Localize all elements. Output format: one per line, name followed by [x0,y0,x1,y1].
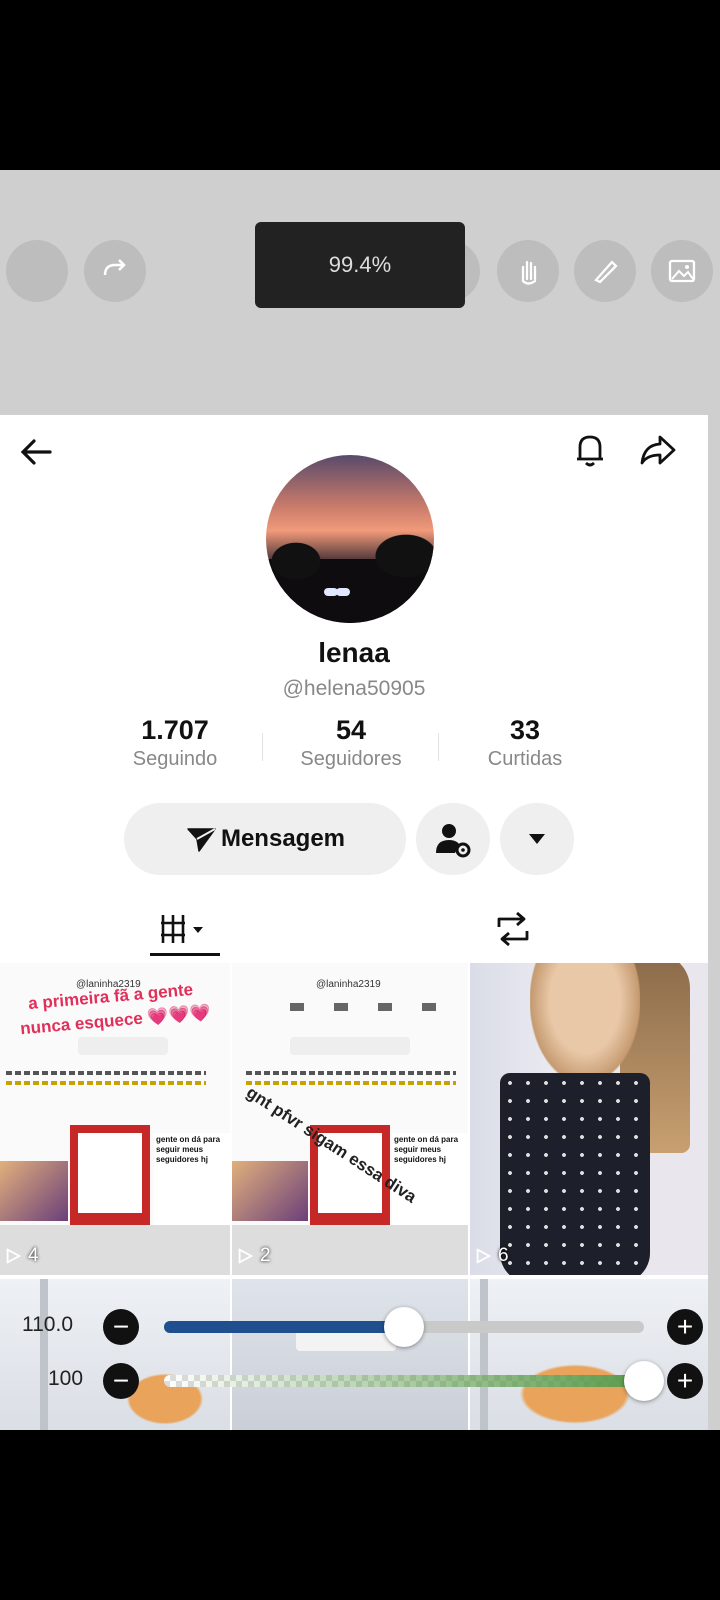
redo-icon[interactable] [84,240,146,302]
video-thumbnail[interactable]: @laninha2319 a primeira fã a gente nunca… [0,963,230,1275]
play-icon [476,1248,492,1264]
active-tab-indicator [150,953,220,956]
canvas-profile-screenshot[interactable]: lenaa @helena50905 1.707 Seguindo 54 Seg… [0,415,708,1430]
stat-value: 33 [509,715,541,745]
profile-avatar[interactable] [266,455,434,623]
slider-fill [164,1321,404,1333]
video-grid: @laninha2319 a primeira fã a gente nunca… [0,963,708,1430]
zoom-level-label: 99.4% [328,252,392,277]
thumbnail-handle: @laninha2319 [316,979,381,990]
display-name: lenaa [318,637,390,668]
tab-reposts[interactable] [488,900,538,958]
stat-value: 1.707 [141,715,209,745]
more-options-dropdown[interactable] [500,803,574,875]
stat-followers[interactable]: 54 Seguidores [266,715,436,771]
brush-size-increase-button[interactable]: + [667,1309,703,1345]
message-button-label: Mensagem [220,825,346,852]
video-thumbnail[interactable]: 6 [470,963,708,1275]
bell-icon[interactable] [569,429,611,471]
video-thumbnail[interactable] [0,1279,230,1430]
message-button[interactable]: Mensagem [124,803,406,875]
opacity-increase-button[interactable]: + [667,1363,703,1399]
play-count-value: 6 [498,1245,509,1266]
image-icon[interactable] [651,240,713,302]
follow-settings-button[interactable] [416,803,490,875]
slider-thumb[interactable] [384,1307,424,1347]
slider-thumb[interactable] [624,1361,664,1401]
stat-label: Curtidas [487,748,563,770]
play-icon [6,1248,22,1264]
brush-size-slider[interactable]: 110.0 − + [0,1307,720,1347]
play-count: 2 [236,1245,271,1267]
user-gear-icon [436,824,471,858]
opacity-decrease-button[interactable]: − [103,1363,139,1399]
stat-divider [438,733,439,761]
drawing-editor: 99.4% lenaa @helena50905 1.707 Seguindo … [0,170,720,1430]
play-count-value: 4 [28,1245,39,1266]
brush-size-decrease-button[interactable]: − [103,1309,139,1345]
circle-tool-icon[interactable] [6,240,68,302]
video-thumbnail[interactable] [470,1279,708,1430]
stat-label: Seguindo [132,748,218,770]
zoom-level-popup: 99.4% [255,222,465,308]
stat-label: Seguidores [300,748,402,770]
video-thumbnail[interactable] [232,1279,468,1430]
send-icon [187,828,216,852]
opacity-value: 100 [48,1367,84,1390]
stat-likes[interactable]: 33 Curtidas [440,715,610,771]
videos-grid-icon [161,915,203,943]
stat-following[interactable]: 1.707 Seguindo [90,715,260,771]
stat-divider [262,733,263,761]
tab-videos[interactable] [150,900,220,958]
opacity-slider[interactable]: 100 − + [0,1361,720,1401]
brush-icon[interactable] [574,240,636,302]
hand-icon[interactable] [497,240,559,302]
video-thumbnail[interactable]: @laninha2319 gente on dá para seguir meu… [232,963,468,1275]
play-count: 4 [4,1245,39,1267]
username: @helena50905 [282,677,426,700]
share-icon[interactable] [637,429,679,471]
stat-value: 54 [335,715,367,745]
repost-icon [497,911,529,947]
play-count: 6 [474,1245,509,1267]
brush-size-value: 110.0 [22,1313,73,1336]
play-count-value: 2 [260,1245,271,1266]
caret-down-icon [529,834,545,844]
slider-fill [164,1375,644,1387]
back-arrow-icon[interactable] [16,431,58,473]
play-icon [238,1248,254,1264]
